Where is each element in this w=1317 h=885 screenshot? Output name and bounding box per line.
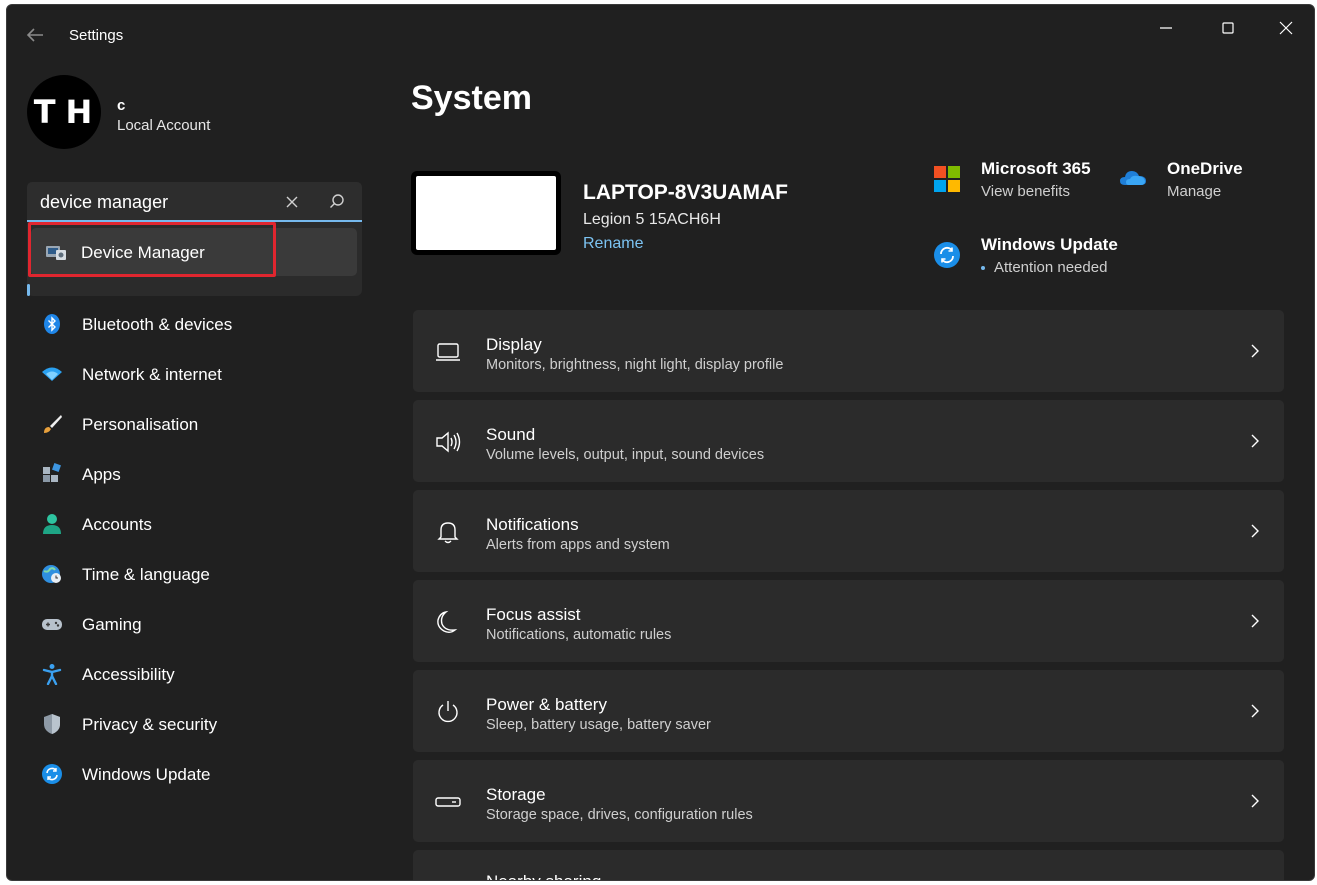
page-title: System <box>411 79 532 117</box>
device-model: Legion 5 15ACH6H <box>583 211 721 228</box>
wifi-icon <box>42 367 62 381</box>
title-bar: Settings <box>7 5 1314 49</box>
sidebar-item-windows-update[interactable]: Windows Update <box>27 749 367 799</box>
close-icon <box>1279 21 1293 35</box>
chevron-right-icon <box>1251 704 1259 718</box>
search-button[interactable] <box>327 192 347 212</box>
device-thumbnail <box>411 171 561 255</box>
brush-icon <box>44 415 62 433</box>
device-manager-icon <box>46 246 66 260</box>
accessibility-icon <box>42 664 62 685</box>
bell-icon <box>437 522 459 544</box>
card-display[interactable]: Display Monitors, brightness, night ligh… <box>413 310 1284 392</box>
sidebar-item-bluetooth-devices[interactable]: Bluetooth & devices <box>27 299 367 349</box>
chevron-right-icon <box>1251 524 1259 538</box>
card-focus-assist[interactable]: Focus assist Notifications, automatic ru… <box>413 580 1284 662</box>
card-power-battery[interactable]: Power & battery Sleep, battery usage, ba… <box>413 670 1284 752</box>
profile-account-type: Local Account <box>117 117 211 134</box>
close-button[interactable] <box>1271 15 1301 41</box>
back-arrow-icon <box>26 28 43 42</box>
shield-icon <box>44 714 60 734</box>
sidebar-item-accounts[interactable]: Accounts <box>27 499 367 549</box>
settings-cards: Display Monitors, brightness, night ligh… <box>413 310 1284 880</box>
card-sound[interactable]: Sound Volume levels, output, input, soun… <box>413 400 1284 482</box>
profile-name: c <box>117 97 126 114</box>
avatar[interactable]: TH <box>27 75 101 149</box>
status-dot <box>981 266 985 271</box>
search-clear-button[interactable] <box>282 192 302 212</box>
settings-window: Settings TH c Local Account device manag… <box>6 4 1315 881</box>
sidebar-item-time-language[interactable]: Time & language <box>27 549 367 599</box>
sidebar-item-personalisation[interactable]: Personalisation <box>27 399 367 449</box>
sidebar-item-network-internet[interactable]: Network & internet <box>27 349 367 399</box>
maximize-icon <box>1222 22 1234 34</box>
sidebar-item-accessibility[interactable]: Accessibility <box>27 649 367 699</box>
update-icon <box>42 764 62 784</box>
minimize-button[interactable] <box>1151 15 1181 41</box>
gamepad-icon <box>42 619 62 630</box>
sidebar-item-gaming[interactable]: Gaming <box>27 599 367 649</box>
app-title: Settings <box>69 27 124 44</box>
onedrive-icon <box>1120 171 1146 185</box>
back-button[interactable] <box>23 23 47 47</box>
power-icon <box>438 701 458 723</box>
minimize-icon <box>1160 27 1172 29</box>
selected-indicator <box>27 284 30 296</box>
suggestion-label: Device Manager <box>81 243 205 262</box>
globe-clock-icon <box>42 565 61 583</box>
bluetooth-icon <box>44 314 60 334</box>
chevron-right-icon <box>1251 434 1259 448</box>
rename-link[interactable]: Rename <box>583 235 643 253</box>
search-box <box>27 182 362 222</box>
update-icon <box>934 242 960 268</box>
maximize-button[interactable] <box>1213 15 1243 41</box>
sidebar-item-apps[interactable]: Apps <box>27 449 367 499</box>
chevron-right-icon <box>1251 794 1259 808</box>
search-input[interactable] <box>40 190 280 214</box>
card-notifications[interactable]: Notifications Alerts from apps and syste… <box>413 490 1284 572</box>
suggestion-device-manager[interactable]: Device Manager <box>28 222 357 277</box>
drive-icon <box>435 797 461 807</box>
chevron-right-icon <box>1251 344 1259 358</box>
close-icon <box>286 196 298 208</box>
speaker-icon <box>436 431 461 453</box>
search-icon <box>330 194 344 208</box>
card-storage[interactable]: Storage Storage space, drives, configura… <box>413 760 1284 842</box>
microsoft365-icon <box>934 166 960 192</box>
search-suggestions: Device Manager <box>27 222 362 296</box>
chevron-right-icon <box>1251 614 1259 628</box>
device-name: LAPTOP-8V3UAMAF <box>583 181 788 204</box>
moon-icon <box>437 610 458 633</box>
sidebar-item-privacy-security[interactable]: Privacy & security <box>27 699 367 749</box>
sidebar-nav: Bluetooth & devices Network & internet P… <box>27 299 367 799</box>
card-nearby-sharing[interactable]: Nearby sharing <box>413 850 1284 880</box>
apps-icon <box>43 463 61 482</box>
person-icon <box>43 514 61 534</box>
monitor-icon <box>436 343 460 361</box>
